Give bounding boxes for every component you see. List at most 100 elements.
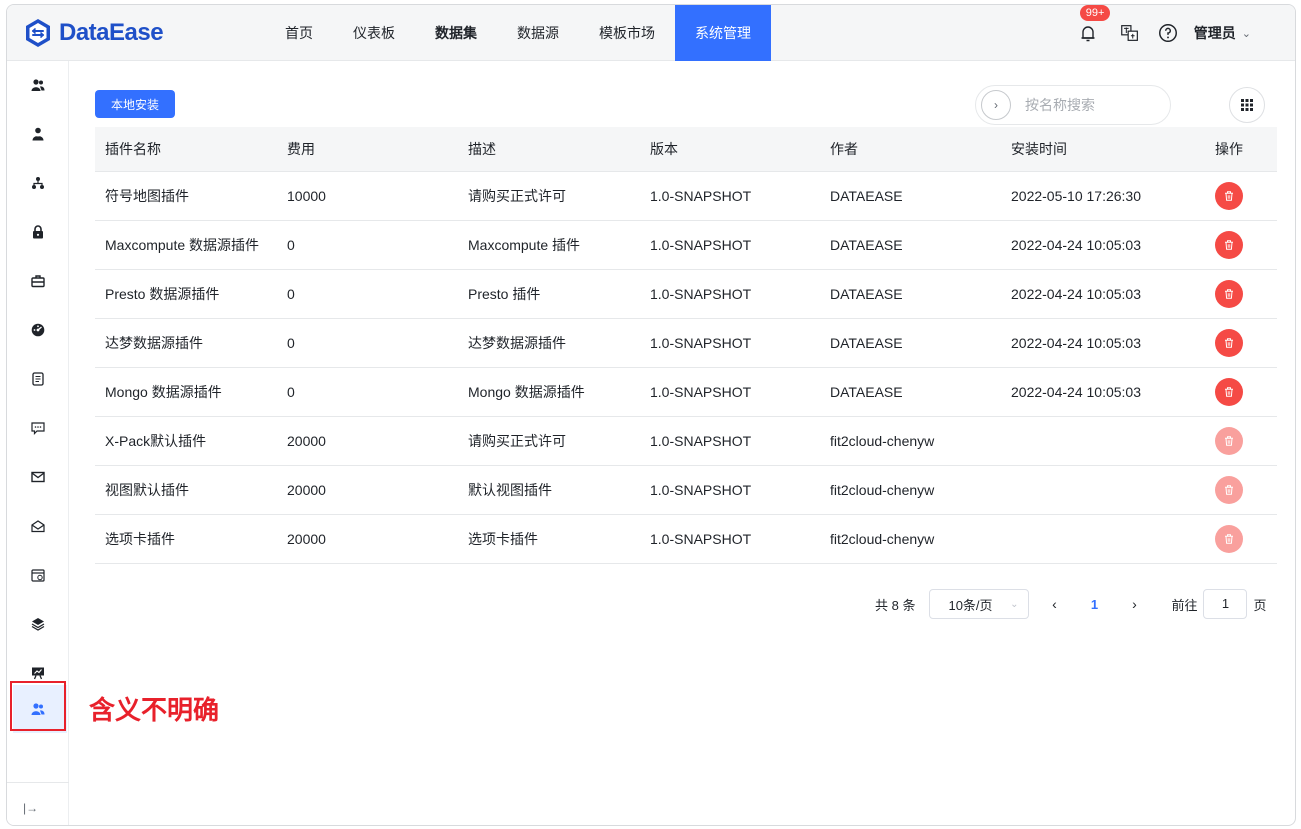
plugin-table: 插件名称 费用 描述 版本 作者 安装时间 操作 符号地图插件 10000 请购买正… [95,127,1277,564]
delete-button[interactable] [1215,231,1243,259]
delete-button[interactable] [1215,378,1243,406]
plugin-cost: 20000 [287,433,326,449]
sidebar-item-messages[interactable] [7,410,69,446]
delete-button[interactable] [1215,280,1243,308]
total-count: 共 8 条 [875,597,916,613]
nav-system-management[interactable]: 系统管理 [675,5,771,61]
plugin-author: fit2cloud-chenyw [830,531,935,547]
plugin-cost: 20000 [287,482,326,498]
column-header: 描述 [468,141,496,157]
plugin-author: fit2cloud-chenyw [830,433,935,449]
actions-cell [1182,182,1277,210]
goto-label: 前往 [1171,597,1198,613]
actions-cell [1182,378,1277,406]
plugin-cost: 0 [287,286,295,302]
plugin-version: 1.0-SNAPSHOT [650,531,752,547]
sidebar-item-roles[interactable] [7,116,69,152]
plugin-version: 1.0-SNAPSHOT [650,433,752,449]
table-row: 选项卡插件 20000 选项卡插件 1.0-SNAPSHOT fit2cloud-che… [95,515,1277,564]
actions-cell [1182,525,1277,553]
column-header: 操作 [1215,141,1243,157]
annotation-text: 含义不明确 [89,696,220,726]
local-install-button[interactable]: 本地安装 [95,90,175,118]
plugin-description: 选项卡插件 [468,531,538,547]
presentation-board-icon [32,667,44,680]
plugin-name: Maxcompute 数据源插件 [105,237,260,253]
trash-icon [1225,436,1233,446]
table-row: Mongo 数据源插件 0 Mongo 数据源插件 1.0-SNAPSHOT DATAE… [95,368,1277,417]
trash-icon [1225,240,1233,250]
sidebar-item-logs[interactable] [7,361,69,397]
language-switch[interactable] [1118,21,1142,45]
prev-page-button[interactable]: ‹ [1039,596,1069,612]
plugin-description: 请购买正式许可 [468,188,566,204]
nav-datasource[interactable]: 数据源 [497,5,579,61]
logo[interactable]: DataEase [23,17,164,49]
nav-template-market[interactable]: 模板市场 [579,5,675,61]
goto-page-input[interactable]: 1 [1203,589,1248,619]
trash-icon [1225,534,1233,544]
delete-button [1215,427,1243,455]
plugin-name: 视图默认插件 [105,482,189,498]
delete-button[interactable] [1215,182,1243,210]
user-menu[interactable]: 管理员 ⌄ [1194,23,1251,43]
help-icon [1158,24,1177,42]
page-size-select[interactable]: 10条/页 ⌄ [929,589,1030,619]
nav-home[interactable]: 首页 [265,5,333,61]
logo-text: DataEase [59,19,164,46]
table-body: 符号地图插件 10000 请购买正式许可 1.0-SNAPSHOT DATAEASE 20… [95,172,1277,564]
plugin-cost: 0 [287,237,295,253]
column-header: 版本 [650,141,678,157]
sidebar-item-themes[interactable] [7,606,69,642]
collapse-sidebar-icon[interactable]: |→ [23,801,38,815]
install-time: 2022-04-24 10:05:03 [1011,384,1141,400]
translate-icon [1120,25,1138,41]
dataease-logo-icon [26,19,50,47]
sidebar-item-system-params[interactable] [7,312,69,348]
plugin-version: 1.0-SNAPSHOT [650,237,752,253]
sidebar-item-email-settings[interactable] [7,508,69,544]
delete-button [1215,525,1243,553]
sidebar-item-organization[interactable] [7,165,69,201]
sidebar-item-tasks[interactable] [7,557,69,593]
plugin-name: 符号地图插件 [105,188,189,204]
delete-button[interactable] [1215,329,1243,357]
next-page-button[interactable]: › [1119,596,1149,612]
notification-bell[interactable]: 99+ [1076,5,1111,45]
notification-badge: 99+ [1079,5,1111,21]
plugin-author: fit2cloud-chenyw [830,482,935,498]
page-size-value: 10条/页 [948,597,993,613]
table-row: 视图默认插件 20000 默认视图插件 1.0-SNAPSHOT fit2cloud-c… [95,466,1277,515]
log-document-icon [32,372,44,386]
lock-icon [33,225,43,239]
actions-cell [1182,231,1277,259]
sidebar-item-email[interactable] [7,459,69,495]
install-time: 2022-05-10 17:26:30 [1011,188,1141,204]
table-row: X-Pack默认插件 20000 请购买正式许可 1.0-SNAPSHOT fit2cl… [95,417,1277,466]
search-input[interactable] [1025,97,1155,113]
nav-dataset[interactable]: 数据集 [415,5,497,61]
trash-icon [1225,338,1233,348]
table-header: 插件名称 费用 描述 版本 作者 安装时间 操作 [95,127,1277,172]
mail-icon [31,471,45,483]
sidebar-item-permissions[interactable] [7,214,69,250]
chevron-right-icon[interactable]: › [981,90,1011,120]
chat-bubble-icon [31,422,45,435]
plugin-description: 默认视图插件 [468,482,552,498]
calendar-clock-icon [31,569,45,582]
sidebar-item-datasource-mgmt[interactable] [7,263,69,299]
plugin-name: X-Pack默认插件 [105,433,207,449]
page-number[interactable]: 1 [1079,597,1109,612]
sidebar-item-users[interactable] [7,67,69,103]
dashboard-gauge-icon [31,323,45,337]
toolbox-icon [31,275,45,288]
users-icon [31,79,45,91]
user-name: 管理员 [1193,25,1236,41]
plugin-description: 达梦数据源插件 [468,335,566,351]
help-button[interactable] [1156,21,1180,45]
column-header: 作者 [830,141,858,157]
nav-dashboard[interactable]: 仪表板 [333,5,415,61]
grid-view-button[interactable] [1229,87,1265,123]
pagination: 共 8 条 10条/页 ⌄ ‹ 1 › 前往 1 页 [875,589,1267,619]
grid-icon [1241,99,1253,111]
